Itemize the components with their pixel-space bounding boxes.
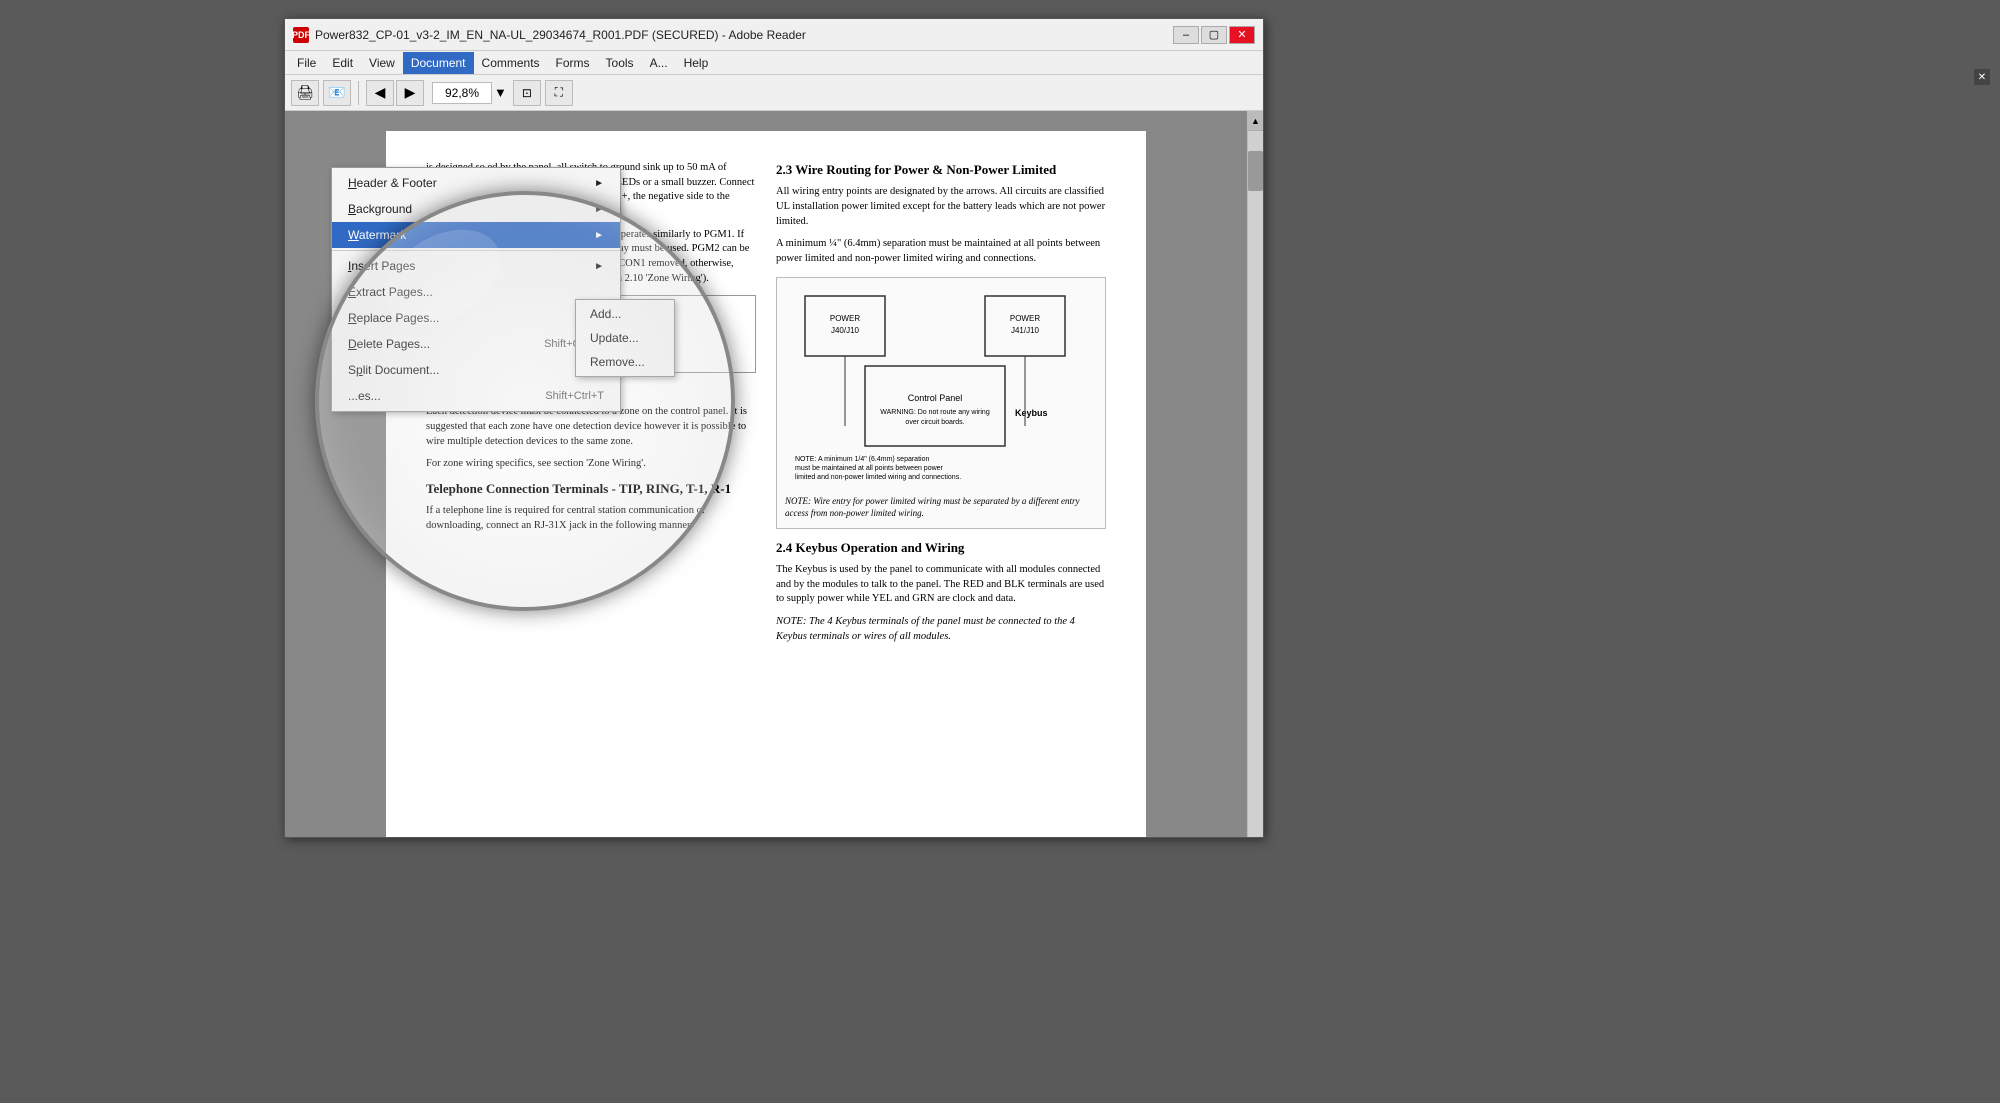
email-button[interactable]: 📧: [323, 80, 351, 106]
submenu-arrow-bg: ►: [594, 204, 604, 215]
submenu-arrow-ins: ►: [594, 261, 604, 272]
pdf-page: is designed so ed by the panel, all swit…: [285, 111, 1247, 837]
scroll-thumb[interactable]: [1248, 151, 1263, 191]
menu-view[interactable]: View: [361, 52, 403, 74]
menu-acrobat[interactable]: A...: [642, 52, 676, 74]
section-2-3-body1: All wiring entry points are designated b…: [776, 185, 1106, 229]
panel-close-button[interactable]: ✕: [1974, 69, 1990, 85]
zoom-input[interactable]: [432, 82, 492, 104]
svg-text:Control Panel: Control Panel: [908, 393, 963, 403]
menu-background[interactable]: Background ►: [332, 196, 620, 222]
maximize-button[interactable]: ▢: [1201, 26, 1227, 44]
svg-text:WARNING: Do not route any wiri: WARNING: Do not route any wiring: [880, 409, 990, 416]
svg-text:NOTE: A minimum 1/4" (6.4mm) s: NOTE: A minimum 1/4" (6.4mm) separation: [795, 456, 929, 463]
close-button[interactable]: ✕: [1229, 26, 1255, 44]
svg-text:must be maintained at all poin: must be maintained at all points between…: [795, 465, 944, 472]
svg-text:POWER: POWER: [1010, 314, 1040, 323]
window-title: Power832_CP-01_v3-2_IM_EN_NA-UL_29034674…: [315, 28, 1173, 42]
fullscreen-button[interactable]: ⛶: [545, 80, 573, 106]
print-button[interactable]: 🖨: [291, 80, 319, 106]
menu-file[interactable]: File: [289, 52, 324, 74]
content-area: is designed so ed by the panel, all swit…: [285, 111, 1263, 837]
menu-tools[interactable]: Tools: [598, 52, 642, 74]
app-window: PDF Power832_CP-01_v3-2_IM_EN_NA-UL_2903…: [284, 18, 1264, 838]
menu-help[interactable]: Help: [676, 52, 717, 74]
svg-text:POWER: POWER: [830, 314, 860, 323]
nav-group: ◀ ▶: [366, 80, 424, 106]
next-page-button[interactable]: ▶: [396, 80, 424, 106]
toolbar-separator-1: [358, 81, 359, 105]
pdf-right-column: 2.3 Wire Routing for Power & Non-Power L…: [776, 161, 1106, 652]
zoom-group: ▼: [432, 82, 509, 104]
submenu-arrow-wm: ►: [594, 230, 604, 241]
minimize-button[interactable]: –: [1173, 26, 1199, 44]
title-bar: PDF Power832_CP-01_v3-2_IM_EN_NA-UL_2903…: [285, 19, 1263, 51]
app-icon: PDF: [293, 27, 309, 43]
section-2-4-note: NOTE: The 4 Keybus terminals of the pane…: [776, 615, 1106, 644]
menu-watermark-remove[interactable]: Remove...: [576, 350, 674, 374]
svg-text:Keybus: Keybus: [1015, 408, 1048, 418]
svg-text:J40/J10: J40/J10: [831, 326, 860, 335]
section-2-4-body: The Keybus is used by the panel to commu…: [776, 563, 1106, 607]
more-shortcut: Shift+Ctrl+T: [545, 390, 604, 402]
scroll-up-button[interactable]: ▲: [1248, 111, 1263, 131]
menu-watermark-add[interactable]: Add...: [576, 302, 674, 326]
section-2-3-body2: A minimum ¼" (6.4mm) separation must be …: [776, 237, 1106, 266]
diagram-note: NOTE: Wire entry for power limited wirin…: [785, 495, 1097, 520]
menu-comments[interactable]: Comments: [474, 52, 548, 74]
svg-text:over circuit boards.: over circuit boards.: [905, 419, 964, 426]
wiring-diagram: POWER J40/J10 POWER J41/J10 Control Pane…: [776, 277, 1106, 529]
submenu-sep-1: [332, 250, 620, 251]
toolbar: 🖨 📧 ◀ ▶ ▼ ⊡ ⛶: [285, 75, 1263, 111]
menu-insert-pages[interactable]: Insert Pages ►: [332, 253, 620, 279]
section-2-3-title: 2.3 Wire Routing for Power & Non-Power L…: [776, 161, 1106, 179]
menu-watermark-update[interactable]: Update...: [576, 326, 674, 350]
menu-forms[interactable]: Forms: [548, 52, 598, 74]
svg-text:J41/J10: J41/J10: [1011, 326, 1040, 335]
menu-more[interactable]: ...es... Shift+Ctrl+T: [332, 383, 620, 409]
vertical-scrollbar[interactable]: ▲: [1247, 111, 1263, 837]
menu-watermark[interactable]: Watermark ►: [332, 222, 620, 248]
section-2-4-title: 2.4 Keybus Operation and Wiring: [776, 539, 1106, 557]
tel-body: If a telephone line is required for cent…: [426, 504, 756, 533]
fit-page-button[interactable]: ⊡: [513, 80, 541, 106]
submenu-arrow: ►: [594, 178, 604, 189]
watermark-submenu: Add... Update... Remove...: [575, 299, 675, 377]
tel-title: Telephone Connection Terminals - TIP, RI…: [426, 480, 756, 498]
menu-document[interactable]: Document: [403, 52, 474, 74]
svg-text:limited and non-power limited: limited and non-power limited wiring and…: [795, 474, 961, 481]
window-controls: – ▢ ✕: [1173, 26, 1255, 44]
menu-bar: File Edit View Document Comments Forms T…: [285, 51, 1263, 75]
zone-body2: For zone wiring specifics, see section '…: [426, 457, 756, 472]
wiring-diagram-svg: POWER J40/J10 POWER J41/J10 Control Pane…: [785, 286, 1085, 486]
menu-edit[interactable]: Edit: [324, 52, 361, 74]
zoom-dropdown-arrow[interactable]: ▼: [492, 85, 509, 100]
prev-page-button[interactable]: ◀: [366, 80, 394, 106]
menu-header-footer[interactable]: Header & Footer ►: [332, 170, 620, 196]
